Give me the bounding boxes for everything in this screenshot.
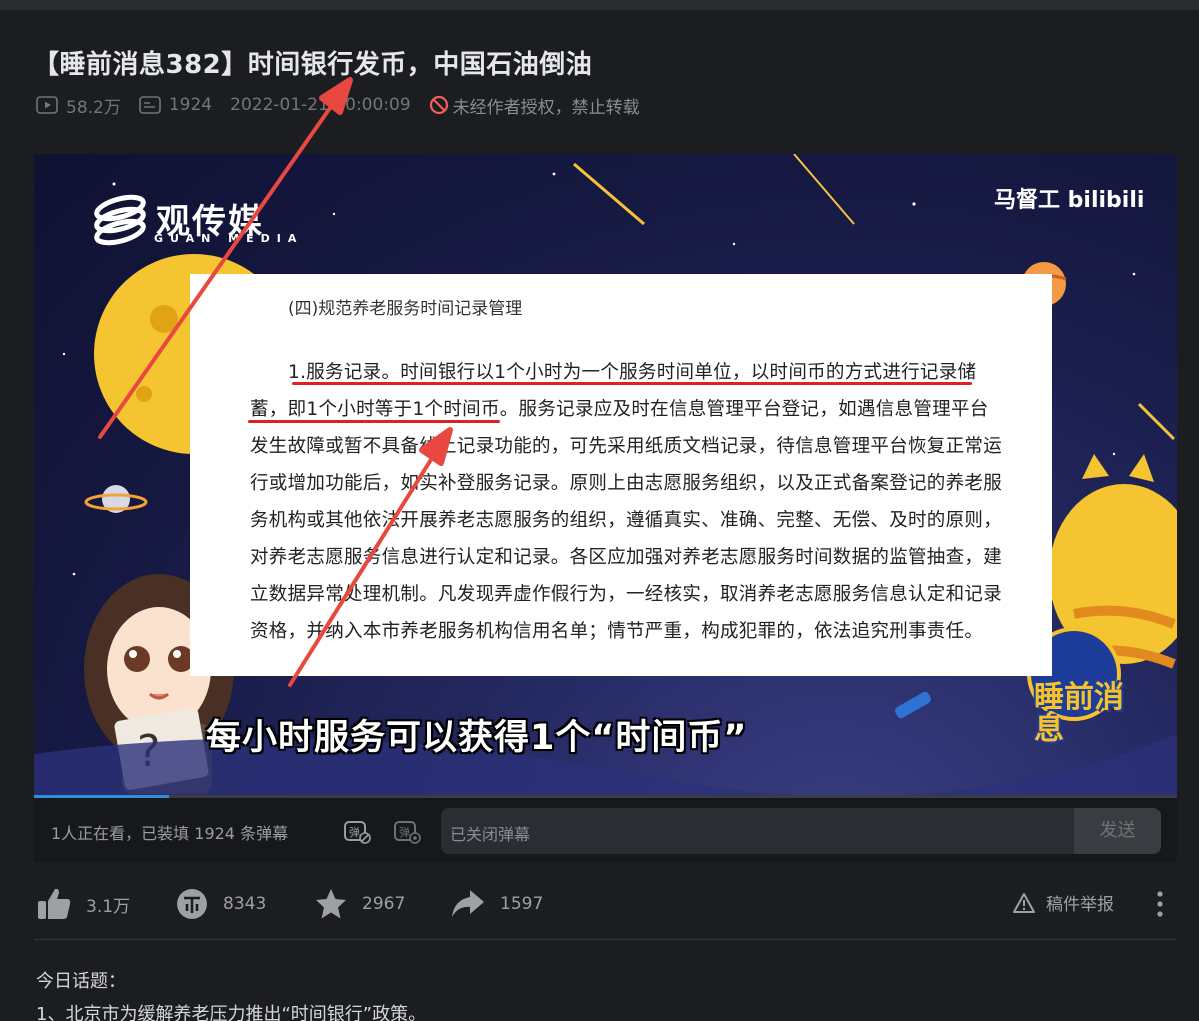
report-button[interactable]: 稿件举报 [1012,890,1114,915]
document-line: 立数据异常处理机制。凡发现弄虚作假行为，一经核实，取消养老志愿服务信息认定和记录 [250,584,1003,605]
video-player[interactable]: ? 观传媒 GUAN MEDIA 马督工 bilibili (四)规范养老服务时… [34,154,1177,862]
channel-watermark: 马督工 bilibili [994,188,1145,213]
action-bar: 3.1万 8343 2967 1597 稿件举报 [36,882,1176,926]
document-line: 发生故障或暂不具备线上记录功能的，可先采用纸质文档记录，待信息管理平台恢复正常运 [250,436,1003,457]
danmaku-count: 1924 [168,95,213,115]
video-subtitle: 每小时服务可以获得1个“时间币” [206,718,748,758]
copyright-text: 未经作者授权，禁止转载 [452,97,640,118]
bedtime-story-badge: 睡前消息 [1034,680,1124,747]
logo-subtext: GUAN MEDIA [154,232,304,245]
share-button[interactable]: 1597 [450,882,543,926]
views-stat: 58.2万 [36,93,121,118]
send-danmaku-button[interactable]: 发送 [1074,808,1161,854]
like-count: 3.1万 [86,896,131,917]
document-line: 1.服务记录。时间银行以1个小时为一个服务时间单位，以时间币的方式进行记录储 [288,362,977,383]
section-divider [34,939,1177,940]
play-count-icon [36,96,58,114]
views-count: 58.2万 [66,97,121,118]
video-screen[interactable]: ? 观传媒 GUAN MEDIA 马督工 bilibili (四)规范养老服务时… [34,154,1177,798]
danmaku-settings-icon[interactable]: 弹 [392,816,422,846]
document-line: 行或增加功能后，如实补登服务记录。原则上由志愿服务组织，以及正式备案登记的养老服 [250,473,1003,494]
publish-time: 2022-01-21 20:00:09 [230,95,411,115]
video-title: 【睡前消息382】时间银行发币，中国石油倒油 [33,50,593,80]
warning-icon [1013,892,1035,913]
like-button[interactable]: 3.1万 [36,882,130,926]
share-arrow-icon [452,890,484,917]
svg-text:弹: 弹 [349,825,360,839]
danmaku-placeholder: 已关闭弹幕 [450,825,531,844]
no-entry-icon [429,95,448,115]
svg-text:弹: 弹 [399,825,410,839]
video-meta: 58.2万 1924 2022-01-21 20:00:09 未经作者授权，禁止… [36,92,658,118]
description-heading: 今日话题： [36,971,126,992]
top-bar [0,0,1199,10]
policy-document: (四)规范养老服务时间记录管理 1.服务记录。时间银行以1个小时为一个服务时间单… [190,274,1052,676]
report-label: 稿件举报 [1046,895,1114,915]
favorite-button[interactable]: 2967 [314,882,405,926]
red-underline [292,382,972,385]
share-count: 1597 [500,894,544,914]
progress-fill [34,795,169,798]
viewer-count: 1人正在看，已装填 1924 条弹幕 [51,824,289,843]
progress-bar[interactable] [34,795,1177,798]
coin-icon [177,889,207,919]
more-options-icon[interactable] [1154,890,1166,918]
document-line: 务机构或其他依法开展养老志愿服务的组织，遵循真实、准确、完整、无偿、及时的原则， [250,510,1003,531]
document-heading: (四)规范养老服务时间记录管理 [288,299,523,319]
danmaku-toggle-icon[interactable]: 弹 [342,816,372,846]
danmaku-stat: 1924 [139,95,212,115]
danmaku-count-icon [139,96,161,114]
danmaku-input[interactable]: 已关闭弹幕 [441,808,1161,854]
coin-button[interactable]: 8343 [175,882,266,926]
document-line: 蓄，即1个小时等于1个时间币。服务记录应及时在信息管理平台登记，如遇信息管理平台 [250,399,989,420]
favorite-count: 2967 [362,894,406,914]
star-icon [316,889,346,919]
coin-count: 8343 [223,894,267,914]
red-underline [248,420,500,423]
document-line: 对养老志愿服务信息进行认定和记录。各区应加强对养老志愿服务时间数据的监管抽查，建 [250,547,1003,568]
danmaku-bar: 1人正在看，已装填 1924 条弹幕 弹 弹 已关闭弹幕 发送 [34,802,1177,862]
description-line: 1、北京市为缓解养老压力推出“时间银行”政策。 [36,1004,427,1021]
document-line: 资格，并纳入本市养老服务机构信用名单；情节严重，构成犯罪的，依法追究刑事责任。 [250,621,984,642]
guan-media-logo-icon [94,194,146,246]
thumbs-up-icon [38,888,71,919]
copyright-notice: 未经作者授权，禁止转载 [429,93,640,118]
